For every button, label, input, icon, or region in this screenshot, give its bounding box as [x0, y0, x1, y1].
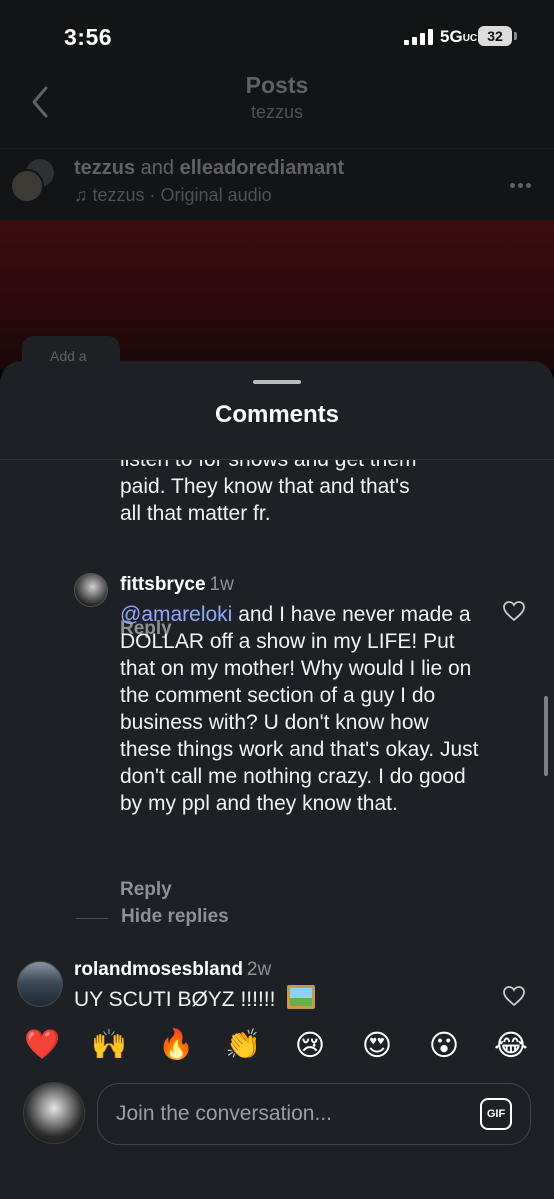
network-label: 5GUC: [440, 27, 478, 46]
red-heart-emoji-button[interactable]: ❤️: [24, 1028, 60, 1062]
heart-eyes-emoji-button[interactable]: 😍: [359, 1028, 395, 1063]
surprised-face-emoji-button[interactable]: 😮: [426, 1028, 462, 1063]
clapping-hands-emoji-button[interactable]: 👏: [225, 1028, 261, 1062]
comment-input-box[interactable]: GIF: [97, 1083, 531, 1145]
post-header: tezzus and elleadorediamant ♫ tezzus · O…: [0, 148, 554, 218]
page-subtitle: tezzus: [250, 102, 304, 122]
page-title: Posts: [245, 72, 309, 98]
quick-reactions-bar: ❤️ 🙌 🔥 👏 😢 😍 😮 😂: [0, 1012, 554, 1074]
reply-button[interactable]: Reply: [120, 879, 172, 901]
comment-text: @amareloki and I have never made a DOLLA…: [120, 603, 479, 815]
framed-picture-icon: [287, 985, 316, 1009]
posts-page-background: Posts tezzus tezzus and elleadorediamant…: [0, 70, 554, 380]
crying-face-emoji-button[interactable]: 😢: [292, 1028, 328, 1063]
more-options-icon[interactable]: [510, 175, 534, 188]
avatar: [10, 169, 44, 203]
heart-icon[interactable]: [502, 985, 526, 1007]
gif-button[interactable]: GIF: [480, 1098, 512, 1130]
hide-replies-button[interactable]: Hide replies: [76, 904, 376, 934]
avatar[interactable]: [74, 573, 108, 607]
comment-text: listen to for shows and get them paid. T…: [120, 460, 417, 525]
battery-icon: 32: [478, 26, 512, 46]
music-note-icon: ♫: [74, 185, 93, 205]
sheet-grabber[interactable]: [253, 380, 301, 384]
signal-icon: [404, 29, 434, 45]
tears-of-joy-emoji-button[interactable]: 😂: [493, 1028, 529, 1063]
comment-username[interactable]: fittsbryce 1w: [120, 574, 234, 596]
scrollbar[interactable]: [544, 696, 548, 776]
post-authors[interactable]: tezzus and elleadorediamant: [74, 157, 344, 180]
comments-list[interactable]: listen to for shows and get them paid. T…: [0, 460, 554, 1012]
avatar[interactable]: [17, 961, 63, 1007]
status-time: 3:56: [64, 24, 113, 50]
comment-item: listen to for shows and get them paid. T…: [120, 460, 480, 639]
mention-link[interactable]: @amareloki: [120, 603, 232, 626]
comment-text: UY SCUTI BØYZ !!!!!!: [74, 985, 316, 1012]
fire-emoji-button[interactable]: 🔥: [158, 1028, 194, 1062]
heart-icon[interactable]: [502, 600, 526, 622]
collab-avatars[interactable]: [10, 157, 58, 205]
comment-composer: GIF: [0, 1074, 554, 1199]
raised-hands-emoji-button[interactable]: 🙌: [91, 1028, 127, 1062]
audio-link[interactable]: ♫ tezzus · Original audio: [74, 185, 272, 206]
divider: [76, 918, 108, 919]
comment-input[interactable]: [116, 1098, 456, 1130]
battery-tip: [514, 32, 517, 40]
avatar: [23, 1082, 85, 1144]
status-bar: 3:56 5GUC 32: [0, 0, 554, 70]
sheet-title: Comments: [214, 401, 340, 428]
comment-username[interactable]: rolandmosesbland 2w: [74, 959, 271, 981]
